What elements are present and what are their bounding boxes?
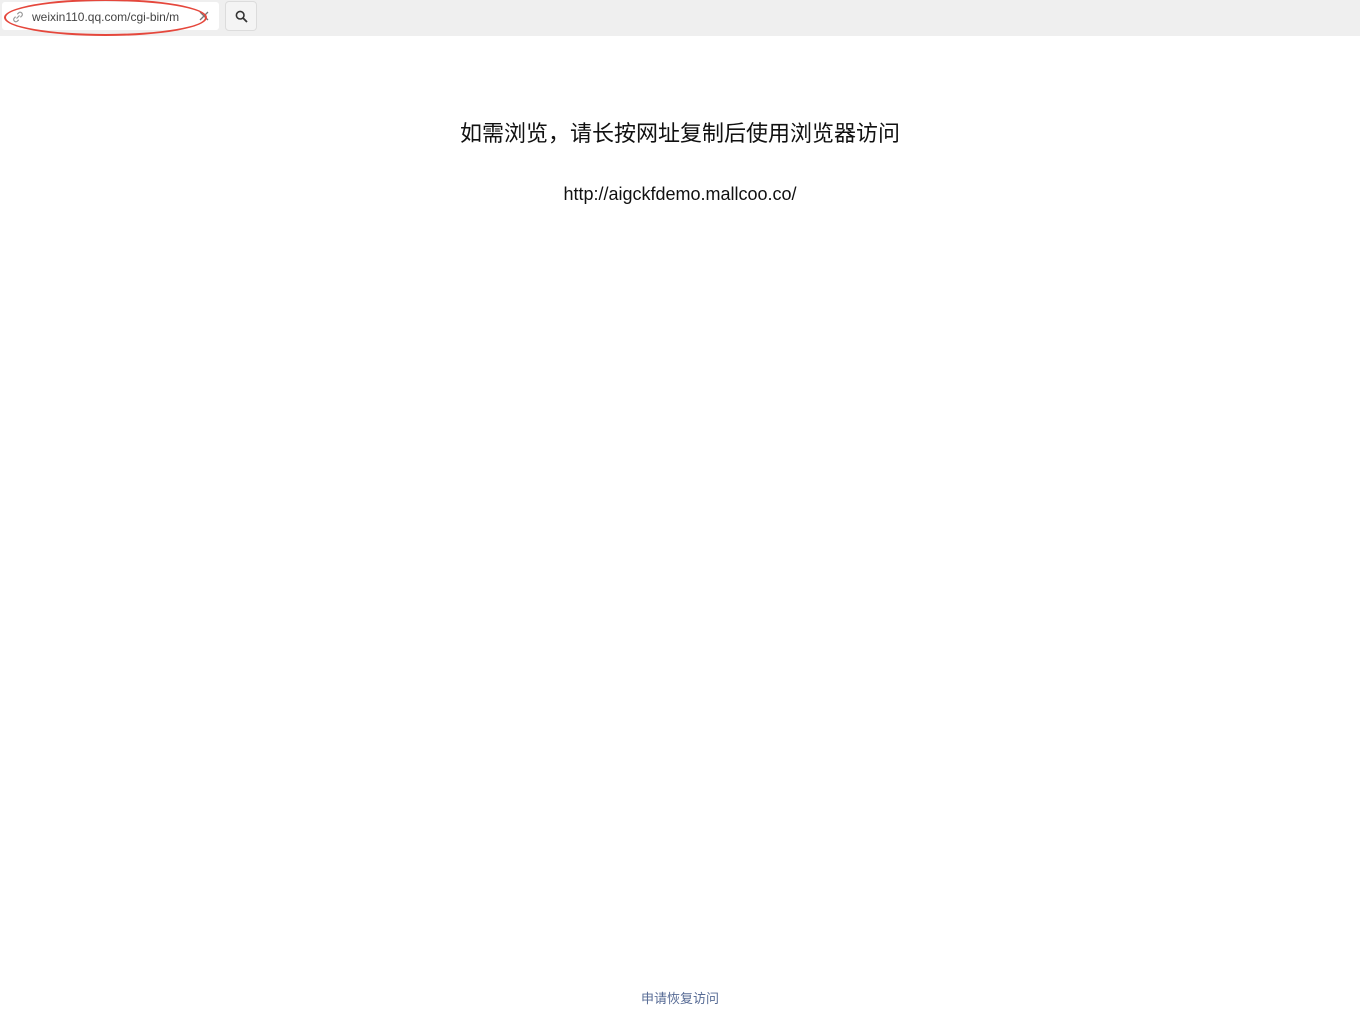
search-icon: [235, 10, 248, 23]
browser-toolbar: weixin110.qq.com/cgi-bin/m: [0, 0, 1360, 36]
blocked-url[interactable]: http://aigckfdemo.mallcoo.co/: [0, 182, 1360, 206]
restore-access-link[interactable]: 申请恢复访问: [641, 991, 719, 1006]
search-button[interactable]: [225, 1, 257, 31]
address-bar-url[interactable]: weixin110.qq.com/cgi-bin/m: [32, 9, 190, 25]
footer: 申请恢复访问: [0, 990, 1360, 1008]
close-icon[interactable]: [199, 11, 209, 21]
block-message: 如需浏览，请长按网址复制后使用浏览器访问: [459, 121, 900, 146]
link-icon: [13, 11, 23, 23]
address-bar[interactable]: weixin110.qq.com/cgi-bin/m: [2, 2, 219, 30]
